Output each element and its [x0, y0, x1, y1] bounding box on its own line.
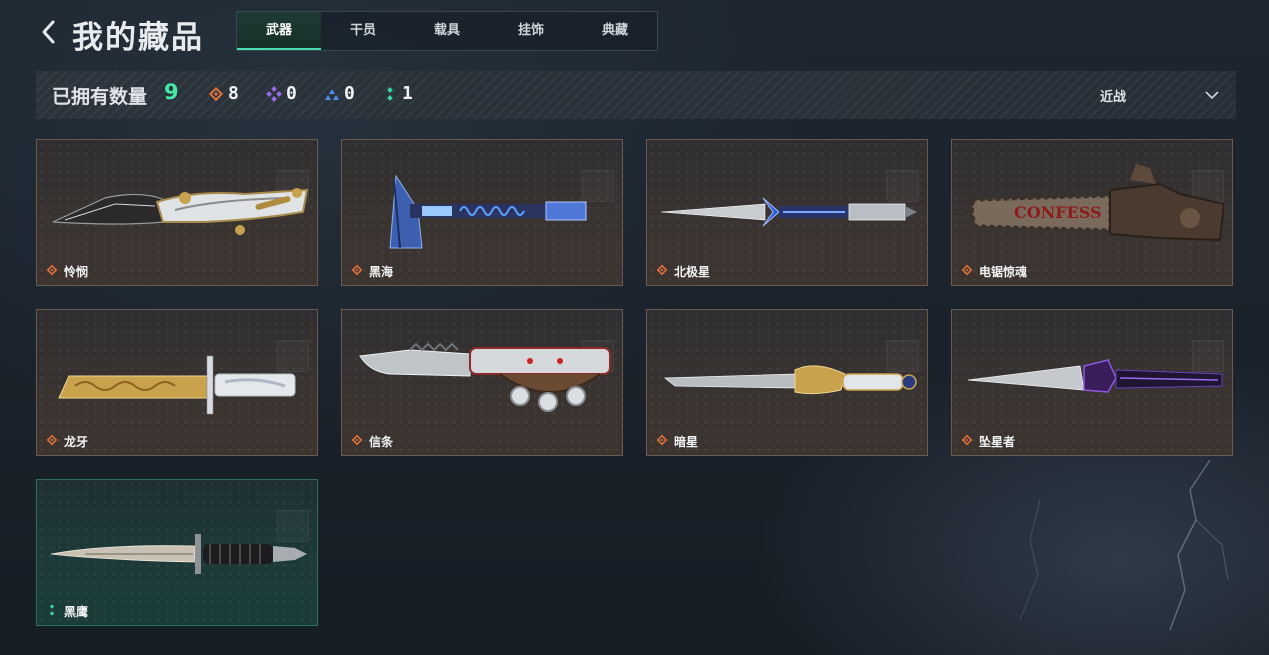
- combat-knife-image: [50, 534, 307, 574]
- orange-count: 8: [228, 83, 239, 104]
- chevron-down-icon[interactable]: [1204, 87, 1220, 103]
- item-name: 北极星: [674, 265, 711, 279]
- item-card[interactable]: CONFESS 电锯惊魂: [951, 139, 1233, 286]
- rarity-count-teal: 1: [382, 83, 413, 104]
- tab-vehicles[interactable]: 载具: [405, 12, 489, 50]
- rarity-count-blue: 0: [324, 83, 355, 104]
- sort-dropdown[interactable]: 近战: [1100, 86, 1126, 105]
- rarity-count-orange: 8: [208, 83, 239, 104]
- orange-diamond-icon: [961, 434, 973, 446]
- item-card[interactable]: 暗星: [646, 309, 928, 456]
- item-name: 暗星: [674, 435, 699, 449]
- back-button[interactable]: [38, 18, 60, 46]
- tomahawk-image: [389, 174, 587, 249]
- item-card[interactable]: 黑海: [341, 139, 623, 286]
- tab-weapons[interactable]: 武器: [237, 12, 321, 50]
- item-name: 怜悯: [64, 265, 89, 279]
- page-title: 我的藏品: [72, 20, 204, 56]
- orange-diamond-icon: [961, 264, 973, 276]
- chainsaw-image: CONFESS: [970, 164, 1224, 242]
- blue-triangle-icon: [325, 88, 339, 100]
- item-name: 坠星者: [979, 435, 1016, 449]
- item-name: 黑海: [369, 265, 394, 279]
- item-card[interactable]: 北极星: [646, 139, 928, 286]
- rarity-count-purple: 0: [266, 83, 297, 104]
- chevron-left-icon: [42, 20, 55, 44]
- orange-diamond-icon: [656, 264, 668, 276]
- blue-count: 0: [344, 83, 355, 104]
- teal-count: 1: [402, 83, 413, 104]
- stats-bar: 已拥有数量 9 8 0 0 1 近战: [36, 71, 1236, 119]
- chainsaw-graffiti: CONFESS: [1014, 203, 1102, 222]
- teal-dots-icon: [387, 86, 393, 101]
- orange-diamond-icon: [656, 434, 668, 446]
- orange-diamond-icon: [351, 434, 363, 446]
- knuckle-knife-image: [359, 342, 611, 412]
- orange-diamond-icon: [46, 264, 58, 276]
- purple-count: 0: [286, 83, 297, 104]
- butterfly-knife-image: [52, 188, 309, 235]
- dark-dagger-image: [967, 359, 1223, 393]
- orange-diamond-icon: [46, 434, 58, 446]
- tab-operators[interactable]: 干员: [321, 12, 405, 50]
- orange-diamond-icon: [208, 86, 224, 101]
- tab-charms[interactable]: 挂饰: [489, 12, 573, 50]
- item-card[interactable]: 龙牙: [36, 309, 318, 456]
- tab-collection[interactable]: 典藏: [573, 12, 657, 50]
- purple-diamond-icon: [266, 85, 282, 102]
- item-name: 电锯惊魂: [979, 265, 1028, 279]
- dagger-image: [660, 197, 917, 227]
- item-name: 黑鹰: [64, 605, 89, 619]
- orange-diamond-icon: [351, 264, 363, 276]
- tanto-knife-image: [58, 355, 296, 415]
- owned-count: 9: [164, 80, 179, 104]
- item-name: 信条: [369, 435, 394, 449]
- category-tabs: 武器 干员 载具 挂饰 典藏: [236, 11, 658, 51]
- golden-dagger-image: [663, 365, 917, 395]
- item-name: 龙牙: [64, 435, 89, 449]
- item-card[interactable]: 信条: [341, 309, 623, 456]
- owned-label: 已拥有数量: [52, 86, 148, 108]
- teal-dots-icon: [49, 604, 55, 616]
- item-card[interactable]: 怜悯: [36, 139, 318, 286]
- item-card[interactable]: 黑鹰: [36, 479, 318, 626]
- item-card[interactable]: 坠星者: [951, 309, 1233, 456]
